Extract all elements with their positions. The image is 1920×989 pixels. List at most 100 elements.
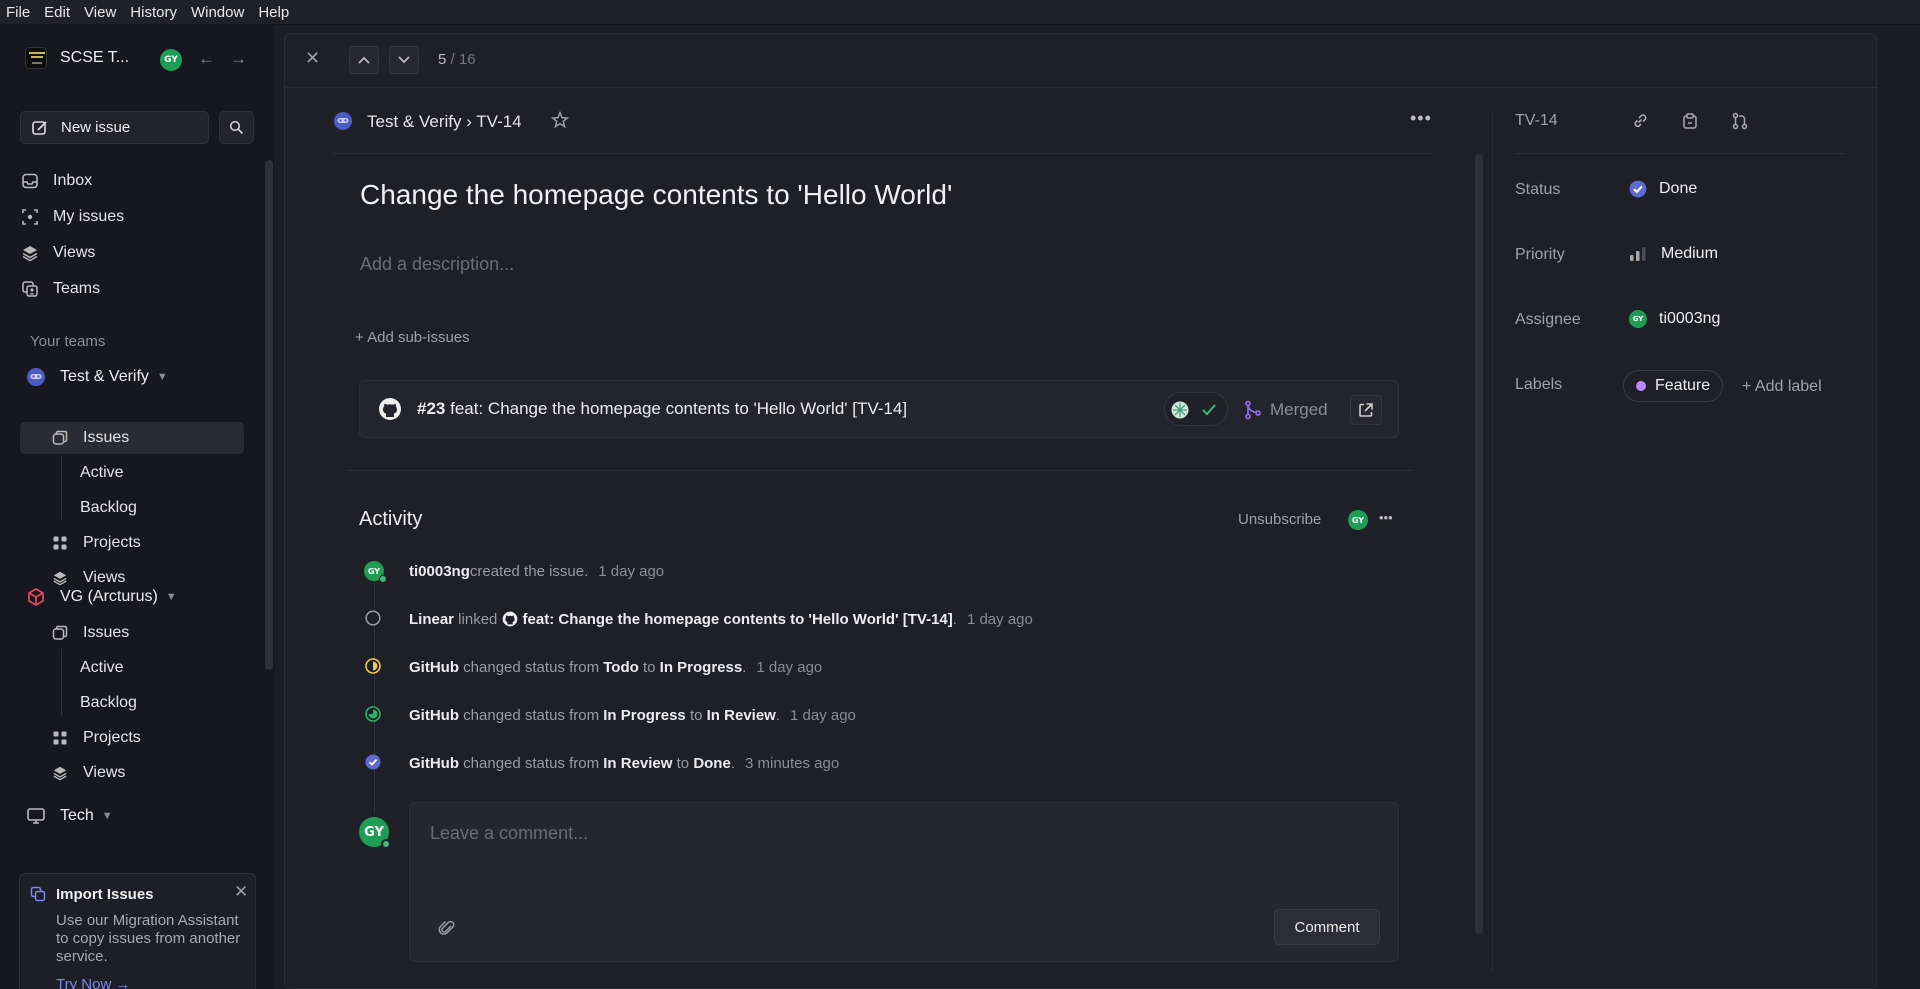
checks-badge[interactable] — [1164, 392, 1228, 426]
event-actor[interactable]: ti0003ng — [409, 563, 470, 580]
sidebar-item-inbox[interactable]: Inbox — [20, 166, 92, 196]
more-options-icon[interactable]: ••• — [1410, 108, 1432, 129]
subscriber-avatar[interactable]: GY — [1348, 510, 1368, 530]
next-issue-button[interactable] — [389, 46, 419, 74]
back-arrow-icon[interactable]: ← — [198, 49, 215, 69]
unsubscribe-button[interactable]: Unsubscribe — [1238, 511, 1321, 528]
team2-projects[interactable]: Projects — [50, 723, 141, 753]
comment-input[interactable]: Leave a comment... — [430, 823, 588, 844]
previous-issue-button[interactable] — [349, 46, 379, 74]
pr-number: #23 — [417, 399, 446, 418]
team1-issues[interactable]: Issues — [50, 423, 129, 453]
user-avatar[interactable]: GY — [160, 49, 182, 71]
activity-event: GitHub changed status from Todo to In Pr… — [409, 658, 823, 676]
menu-view[interactable]: View — [77, 4, 123, 21]
try-now-link[interactable]: Try Now → — [56, 976, 130, 989]
activity-event: GitHub changed status from In Progress t… — [409, 706, 856, 724]
add-label-button[interactable]: + Add label — [1742, 378, 1822, 396]
copy-branch-icon[interactable] — [1681, 112, 1699, 130]
sidebar-item-teams[interactable]: Teams — [20, 274, 100, 304]
issue-topbar: ✕ 5 / 16 — [285, 34, 1878, 88]
event-actor[interactable]: GitHub — [409, 755, 459, 772]
priority-value: Medium — [1661, 245, 1718, 262]
paperclip-icon[interactable] — [438, 919, 456, 937]
status-label: Status — [1515, 181, 1561, 198]
assignee-label: Assignee — [1515, 311, 1581, 328]
event-time: 1 day ago — [790, 706, 856, 724]
team2-views-label: Views — [83, 764, 126, 781]
sidebar-item-views[interactable]: Views — [20, 238, 95, 268]
priority-selector[interactable]: Medium — [1629, 245, 1718, 263]
content-scrollbar[interactable] — [1475, 154, 1483, 934]
team-vg-arcturus[interactable]: VG (Arcturus) ▼ — [26, 582, 177, 612]
event-to-word: to — [638, 658, 660, 676]
event-link[interactable]: feat: Change the homepage contents to 'H… — [523, 611, 953, 628]
status-value: Done — [1659, 180, 1698, 197]
menubar: File Edit View History Window Help — [0, 0, 1920, 25]
add-sub-issues-button[interactable]: + Add sub-issues — [355, 329, 470, 346]
team1-backlog[interactable]: Backlog — [80, 494, 137, 522]
team1-projects[interactable]: Projects — [50, 528, 141, 558]
team2-backlog[interactable]: Backlog — [80, 689, 137, 717]
import-body: Use our Migration Assistant to copy issu… — [56, 912, 241, 965]
event-actor[interactable]: GitHub — [409, 707, 459, 724]
menu-help[interactable]: Help — [251, 4, 296, 21]
event-actor[interactable]: GitHub — [409, 659, 459, 676]
team-test-verify[interactable]: Test & Verify ▼ — [26, 362, 168, 392]
sidebar-label-teams: Teams — [53, 280, 101, 297]
close-icon[interactable]: ✕ — [305, 48, 320, 69]
priority-label: Priority — [1515, 246, 1565, 263]
team-tech[interactable]: Tech ▼ — [26, 801, 113, 831]
open-external-button[interactable] — [1350, 395, 1382, 425]
sidebar-item-my-issues[interactable]: My issues — [20, 202, 124, 232]
event-actor[interactable]: Linear — [409, 611, 454, 628]
team2-projects-label: Projects — [83, 729, 141, 746]
menu-window[interactable]: Window — [184, 4, 251, 21]
assignee-value: ti0003ng — [1659, 310, 1721, 327]
layers-icon — [22, 246, 38, 262]
issue-panel: ✕ 5 / 16 Test & Verify › TV-14 ••• Chang… — [284, 33, 1878, 989]
label-color-dot — [1636, 381, 1646, 391]
link-icon[interactable] — [1631, 112, 1649, 130]
teams-icon — [22, 281, 38, 297]
menu-file[interactable]: File — [0, 4, 37, 21]
label-chip-feature[interactable]: Feature — [1623, 370, 1724, 402]
star-icon[interactable] — [551, 111, 569, 129]
event-text: linked — [454, 610, 502, 628]
activity-more-icon[interactable]: ••• — [1379, 510, 1393, 525]
sidebar-label-inbox: Inbox — [53, 172, 93, 189]
chevron-down-icon — [398, 56, 410, 64]
comment-button[interactable]: Comment — [1274, 909, 1380, 945]
pr-title: feat: Change the homepage contents to 'H… — [450, 399, 908, 418]
issue-total: / 16 — [450, 51, 476, 68]
menu-history[interactable]: History — [123, 4, 184, 21]
caret-down-icon: ▼ — [165, 591, 177, 603]
sidebar-label-views: Views — [53, 244, 96, 261]
sidebar-scrollbar[interactable] — [265, 160, 273, 670]
team2-active[interactable]: Active — [80, 654, 124, 682]
description-input[interactable]: Add a description... — [360, 254, 514, 275]
close-icon[interactable]: ✕ — [234, 882, 248, 902]
layers-icon — [53, 766, 67, 781]
online-indicator — [379, 575, 387, 583]
team2-views[interactable]: Views — [50, 758, 125, 788]
assignee-selector[interactable]: GY ti0003ng — [1629, 310, 1720, 328]
git-branch-icon[interactable] — [1731, 112, 1749, 130]
pull-request-card[interactable]: #23 feat: Change the homepage contents t… — [359, 380, 1399, 438]
forward-arrow-icon[interactable]: → — [230, 49, 247, 69]
workspace-name[interactable]: SCSE T... — [60, 49, 129, 67]
menu-edit[interactable]: Edit — [37, 4, 77, 21]
team2-issues[interactable]: Issues — [50, 618, 129, 648]
new-issue-button[interactable]: New issue — [20, 111, 209, 144]
github-icon — [502, 611, 517, 627]
search-button[interactable] — [219, 111, 254, 144]
event-text: changed status from — [459, 706, 604, 724]
comment-composer[interactable]: Leave a comment... Comment — [409, 802, 1399, 962]
issue-title[interactable]: Change the homepage contents to 'Hello W… — [360, 179, 952, 211]
status-selector[interactable]: Done — [1629, 180, 1697, 198]
done-status-icon — [365, 754, 381, 770]
workspace-logo[interactable] — [25, 47, 47, 69]
projects-icon — [53, 536, 67, 550]
team1-active[interactable]: Active — [80, 459, 124, 487]
breadcrumb[interactable]: Test & Verify › TV-14 — [367, 112, 522, 132]
